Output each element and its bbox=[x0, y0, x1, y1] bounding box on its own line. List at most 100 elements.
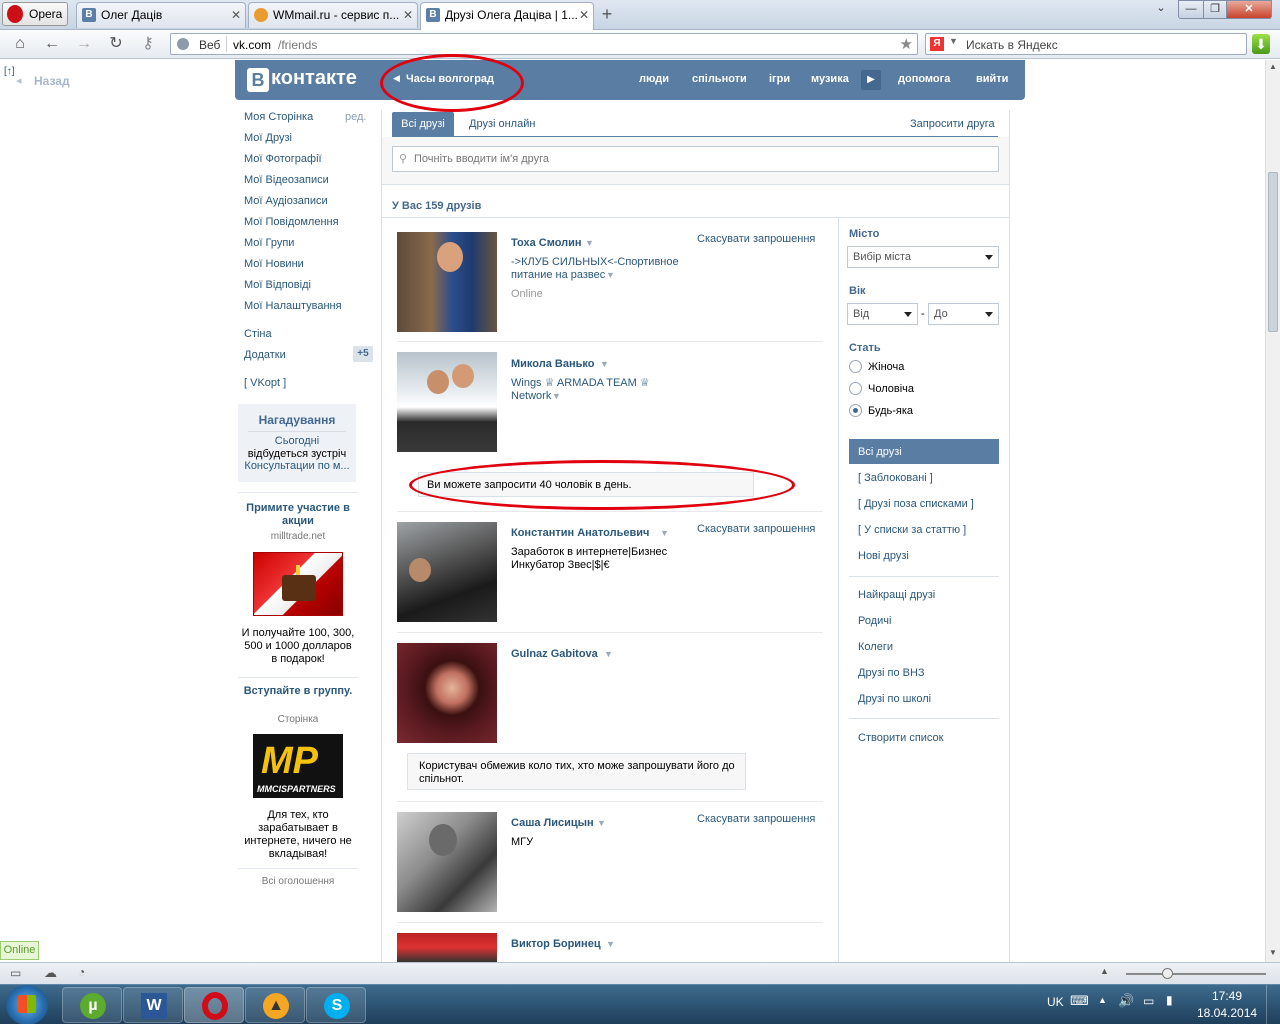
turbo-gauge-icon[interactable]: ◔ bbox=[78, 965, 85, 979]
nav-communities[interactable]: спільноти bbox=[692, 73, 747, 85]
clock-time[interactable]: 17:49 bbox=[1212, 989, 1242, 1003]
radio-male-label[interactable]: Чоловіча bbox=[868, 383, 914, 395]
list-relatives[interactable]: Родичі bbox=[858, 615, 891, 627]
friend-name[interactable]: Виктор Боринец bbox=[511, 938, 601, 950]
friend-photo-toha[interactable] bbox=[397, 232, 497, 332]
friend-group-menu-icon[interactable]: ▼ bbox=[552, 391, 561, 401]
friend-menu-icon[interactable]: ▼ bbox=[600, 359, 609, 369]
taskbar-skype[interactable]: S bbox=[306, 987, 366, 1023]
menu-my-news[interactable]: Мої Новини bbox=[244, 258, 304, 270]
menu-my-videos[interactable]: Мої Відеозаписи bbox=[244, 174, 329, 186]
zoom-slider[interactable] bbox=[1126, 968, 1266, 979]
zoom-out-icon[interactable]: ▲ bbox=[1100, 966, 1109, 976]
list-by-gender[interactable]: [ У списки за статтю ] bbox=[858, 524, 966, 536]
friend-search-input[interactable]: ⚲ Почніть вводити ім'я друга bbox=[392, 146, 999, 172]
friend-menu-icon[interactable]: ▼ bbox=[604, 649, 613, 659]
edit-page-link[interactable]: ред. bbox=[345, 111, 366, 123]
friend-photo-gulnaz[interactable] bbox=[397, 643, 497, 743]
radio-any[interactable] bbox=[849, 404, 862, 417]
friend-photo-viktor[interactable] bbox=[397, 933, 497, 962]
all-ads-link[interactable]: Всі оголошення bbox=[238, 876, 358, 887]
menu-wall[interactable]: Стіна bbox=[244, 328, 272, 340]
menu-my-settings[interactable]: Мої Налаштування bbox=[244, 300, 342, 312]
back-icon[interactable]: ← bbox=[40, 33, 64, 55]
panel-toggle-icon[interactable]: ▭ bbox=[10, 966, 21, 980]
reload-icon[interactable]: ↻ bbox=[104, 33, 128, 55]
start-button[interactable] bbox=[6, 985, 48, 1024]
friend-group-menu-icon[interactable]: ▼ bbox=[606, 270, 615, 280]
friend-menu-icon[interactable]: ▼ bbox=[660, 528, 669, 538]
show-desktop-button[interactable] bbox=[1266, 985, 1280, 1024]
taskbar-opera[interactable] bbox=[184, 987, 244, 1023]
menu-my-friends[interactable]: Мої Друзі bbox=[244, 132, 292, 144]
friend-name[interactable]: Саша Лисицын bbox=[511, 817, 594, 829]
friend-name[interactable]: Gulnaz Gabitova bbox=[511, 648, 598, 660]
menu-my-photos[interactable]: Мої Фотографії bbox=[244, 153, 322, 165]
language-indicator[interactable]: UK bbox=[1047, 995, 1064, 1009]
key-icon[interactable]: ⚷ bbox=[136, 33, 160, 55]
menu-my-messages[interactable]: Мої Повідомлення bbox=[244, 216, 339, 228]
nav-games[interactable]: ігри bbox=[769, 73, 790, 85]
ad-mmcis[interactable]: Вступайте в группу. Сторінка MP MMCISPAR… bbox=[238, 684, 358, 864]
friend-photo-mykola[interactable] bbox=[397, 352, 497, 452]
tab-oleg-datsiv[interactable]: B Олег Даців ✕ bbox=[76, 2, 246, 28]
friend-photo-konstantin[interactable] bbox=[397, 522, 497, 622]
list-best-friends[interactable]: Найкращі друзі bbox=[858, 589, 935, 601]
radio-female-label[interactable]: Жіноча bbox=[868, 361, 904, 373]
list-colleagues[interactable]: Колеги bbox=[858, 641, 893, 653]
network-icon[interactable]: ▮ bbox=[1166, 993, 1173, 1007]
friend-group[interactable]: ->КЛУБ СИЛЬНЫХ<-Спортивное bbox=[511, 256, 679, 269]
zoom-slider-handle[interactable] bbox=[1162, 968, 1173, 979]
friend-menu-icon[interactable]: ▼ bbox=[606, 939, 615, 949]
home-icon[interactable]: ⌂ bbox=[8, 33, 32, 55]
page-scrollbar[interactable]: ▲ ▼ bbox=[1265, 60, 1280, 963]
close-window-button[interactable]: ✕ bbox=[1226, 0, 1272, 19]
friend-menu-icon[interactable]: ▼ bbox=[597, 818, 606, 828]
menu-vkopt[interactable]: [ VKopt ] bbox=[244, 377, 286, 389]
tab-friends[interactable]: B Друзі Олега Даціва | 1... ✕ bbox=[420, 2, 594, 30]
address-bar[interactable]: Веб vk.com /friends ★ bbox=[170, 33, 918, 55]
nav-logout[interactable]: вийти bbox=[976, 73, 1008, 85]
ad-milltrade[interactable]: Примите участие в акции milltrade.net И … bbox=[238, 500, 358, 670]
taskbar-aimp[interactable]: ▲ bbox=[245, 987, 305, 1023]
tab-friends-online[interactable]: Друзі онлайн bbox=[469, 118, 535, 130]
friend-group-2[interactable]: питание на развес bbox=[511, 269, 605, 282]
list-school-friends[interactable]: Друзі по школі bbox=[858, 693, 931, 705]
nav-music[interactable]: музика bbox=[811, 73, 849, 85]
taskbar-word[interactable]: W bbox=[123, 987, 183, 1023]
back-arrow-icon[interactable]: ◂ bbox=[16, 74, 22, 87]
download-icon[interactable]: ⬇ bbox=[1252, 34, 1270, 54]
cloud-icon[interactable]: ☁ bbox=[44, 965, 57, 981]
volume-icon[interactable]: 🔊 bbox=[1118, 993, 1134, 1009]
age-to-select[interactable]: До bbox=[928, 303, 999, 325]
scroll-down-icon[interactable]: ▼ bbox=[1269, 948, 1277, 957]
scrollbar-thumb[interactable] bbox=[1268, 172, 1278, 332]
tab-list-icon[interactable]: ⌄ bbox=[1150, 0, 1172, 19]
friend-name[interactable]: Константин Анатольевич bbox=[511, 527, 649, 539]
keyboard-icon[interactable]: ⌨ bbox=[1070, 993, 1089, 1009]
list-outside-lists[interactable]: [ Друзі поза списками ] bbox=[858, 498, 974, 510]
tab-wmmail[interactable]: WMmail.ru - сервис п... ✕ bbox=[248, 2, 418, 28]
radio-any-label[interactable]: Будь-яка bbox=[868, 405, 913, 417]
new-tab-button[interactable]: + bbox=[598, 5, 616, 23]
cancel-invite-link[interactable]: Скасувати запрошення bbox=[697, 233, 815, 245]
friend-group[interactable]: Wings ♕ ARMADA TEAM ♕ bbox=[511, 377, 650, 390]
search-field[interactable]: Я ▼ Искать в Яндекс bbox=[925, 33, 1247, 55]
menu-my-page[interactable]: Моя Сторінка bbox=[244, 111, 313, 123]
search-engine-dropdown-icon[interactable]: ▼ bbox=[949, 36, 958, 46]
invite-friend-link[interactable]: Запросити друга bbox=[910, 118, 995, 130]
list-blocked[interactable]: [ Заблоковані ] bbox=[858, 472, 933, 484]
minimize-button[interactable]: — bbox=[1178, 0, 1204, 19]
reminder-today[interactable]: Сьогодні bbox=[238, 435, 356, 447]
close-tab-icon[interactable]: ✕ bbox=[231, 3, 241, 27]
menu-apps[interactable]: Додатки bbox=[244, 349, 286, 361]
friend-menu-icon[interactable]: ▼ bbox=[585, 238, 594, 248]
reminder-event-name[interactable]: Консультации по м... bbox=[238, 460, 356, 472]
back-link[interactable]: Назад bbox=[34, 74, 70, 88]
cancel-invite-link[interactable]: Скасувати запрошення bbox=[697, 523, 815, 535]
menu-my-groups[interactable]: Мої Групи bbox=[244, 237, 294, 249]
nav-people[interactable]: люди bbox=[639, 73, 669, 85]
list-all-friends-selected[interactable]: Всі друзі bbox=[849, 439, 999, 464]
tab-all-friends[interactable]: Всі друзі bbox=[392, 112, 454, 136]
city-select[interactable]: Вибір міста bbox=[847, 246, 999, 268]
